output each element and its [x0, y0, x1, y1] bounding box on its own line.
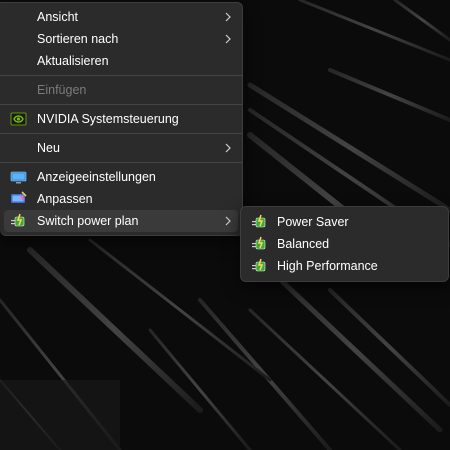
- menu-item-sortieren-nach[interactable]: Sortieren nach: [4, 28, 238, 50]
- menu-item-label: Neu: [37, 141, 60, 155]
- menu-separator: [0, 75, 242, 76]
- menu-item-label: Aktualisieren: [37, 54, 109, 68]
- personalize-icon: [11, 191, 27, 203]
- menu-item-ansicht[interactable]: Ansicht: [4, 6, 238, 28]
- menu-item-neu[interactable]: Neu: [4, 137, 238, 159]
- menu-item-nvidia-systemsteuerung[interactable]: NVIDIA Systemsteuerung: [4, 108, 238, 130]
- menu-item-label: High Performance: [277, 259, 378, 273]
- menu-item-label: Anzeigeeinstellungen: [37, 170, 156, 184]
- nvidia-icon: [10, 112, 27, 126]
- menu-item-einfuegen: Einfügen: [4, 79, 238, 101]
- menu-item-power-saver[interactable]: Power Saver: [245, 211, 444, 233]
- power-plan-icon: [11, 213, 25, 227]
- menu-item-label: Balanced: [277, 237, 330, 251]
- menu-separator: [0, 104, 242, 105]
- menu-item-aktualisieren[interactable]: Aktualisieren: [4, 50, 238, 72]
- power-plan-icon: [252, 236, 266, 250]
- menu-item-label: Power Saver: [277, 215, 349, 229]
- menu-item-balanced[interactable]: Balanced: [245, 233, 444, 255]
- menu-item-high-performance[interactable]: High Performance: [245, 255, 444, 277]
- menu-item-label: Einfügen: [37, 83, 87, 97]
- power-plan-icon: [252, 258, 266, 272]
- menu-item-anzeigeeinstellungen[interactable]: Anzeigeeinstellungen: [4, 166, 238, 188]
- display-settings-icon: [10, 171, 27, 184]
- desktop[interactable]: Ansicht Sortieren nach Aktualisieren Ein…: [0, 0, 450, 450]
- menu-item-label: Sortieren nach: [37, 32, 119, 46]
- chevron-right-icon: [225, 216, 231, 226]
- menu-item-switch-power-plan[interactable]: Switch power plan: [4, 210, 238, 232]
- chevron-right-icon: [225, 12, 231, 22]
- menu-item-label: Ansicht: [37, 10, 78, 24]
- chevron-right-icon: [225, 34, 231, 44]
- power-plan-submenu: Power Saver Balanced High Performance: [240, 206, 449, 282]
- menu-item-label: Anpassen: [37, 192, 93, 206]
- menu-separator: [0, 162, 242, 163]
- menu-item-anpassen[interactable]: Anpassen: [4, 188, 238, 210]
- menu-item-label: NVIDIA Systemsteuerung: [37, 112, 179, 126]
- menu-separator: [0, 133, 242, 134]
- power-plan-icon: [252, 214, 266, 228]
- desktop-context-menu: Ansicht Sortieren nach Aktualisieren Ein…: [0, 2, 243, 236]
- menu-item-label: Switch power plan: [37, 214, 139, 228]
- chevron-right-icon: [225, 143, 231, 153]
